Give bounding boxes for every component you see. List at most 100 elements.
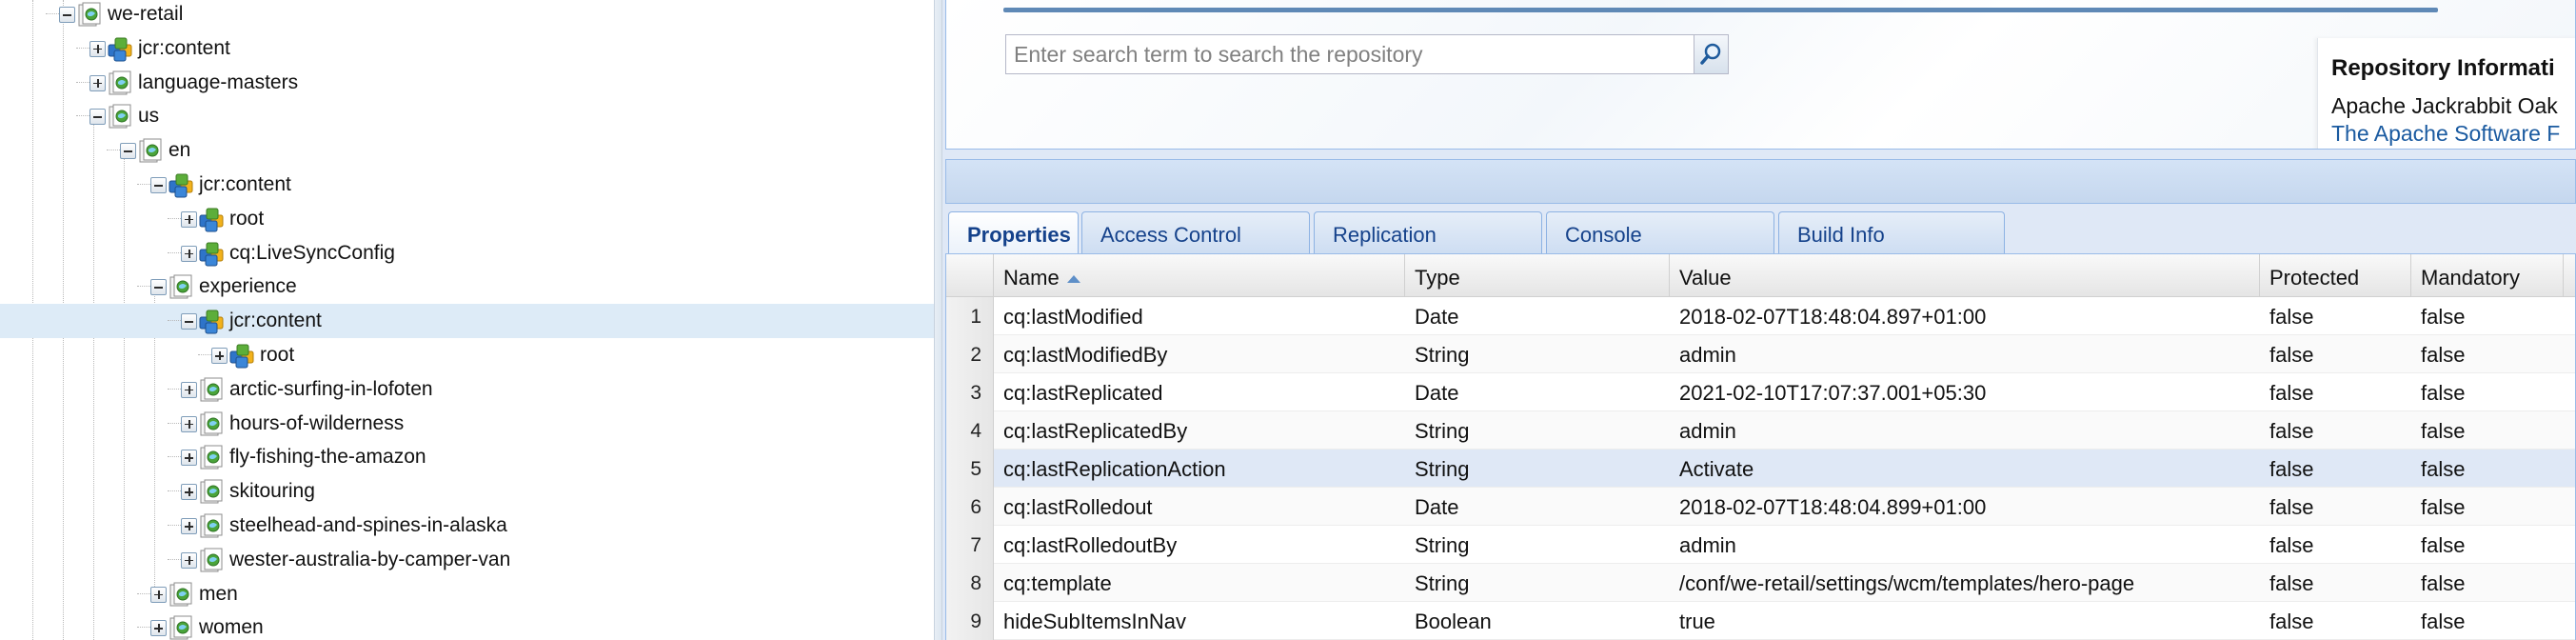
expand-icon[interactable] [89,40,106,57]
expand-icon[interactable] [150,620,167,637]
table-row[interactable]: 2 cq:lastModifiedBy String admin false false [946,335,2575,373]
cell-mandatory[interactable]: false [2411,450,2575,488]
expand-icon[interactable] [181,518,197,534]
tree-node[interactable]: skitouring [0,474,934,509]
tree-node[interactable]: women [0,610,934,640]
cell-name[interactable]: cq:lastModified [994,297,1405,335]
collapse-icon[interactable] [150,279,167,296]
tree-node[interactable]: wester-australia-by-camper-van [0,543,934,577]
table-row[interactable]: 8 cq:template String/conf/we-retail/settin… [946,564,2575,602]
cell-protected[interactable]: false [2260,526,2411,564]
cell-protected[interactable]: false [2260,450,2411,488]
cell-value[interactable]: 2018-02-07T18:48:04.897+01:00 [1670,297,2260,335]
collapse-icon[interactable] [89,109,106,126]
collapse-icon[interactable] [150,177,167,193]
cell-mandatory[interactable]: false [2411,335,2575,373]
search-input[interactable] [1006,35,1686,73]
tab-replication[interactable]: Replication [1314,211,1542,254]
cell-type[interactable]: Boolean [1405,602,1670,640]
tab-properties[interactable]: Properties [948,211,1079,255]
expand-icon[interactable] [181,450,197,467]
column-header-protected[interactable]: Protected [2260,254,2411,297]
expand-icon[interactable] [181,210,197,228]
tab-console[interactable]: Console [1546,211,1774,254]
tree-node[interactable]: jcr:content [0,304,934,339]
cell-name[interactable]: cq:lastReplicationAction [994,450,1405,488]
cell-value[interactable]: admin [1670,526,2260,564]
cell-type[interactable]: Date [1405,373,1670,411]
tree-node[interactable]: we-retail [0,0,934,31]
cell-value[interactable]: Activate [1670,450,2260,488]
cell-mandatory[interactable]: false [2411,564,2575,602]
table-row[interactable]: 1 cq:lastModified Date 2018-02-07T18:48:04.… [946,297,2575,335]
collapse-icon[interactable] [120,143,136,160]
panel-splitter[interactable] [934,0,942,640]
cell-mandatory[interactable]: false [2411,373,2575,411]
tree-node[interactable]: experience [0,270,934,304]
cell-value[interactable]: admin [1670,335,2260,373]
tree-node[interactable]: en [0,133,934,168]
repository-vendor-link[interactable]: The Apache Software F [2331,121,2575,147]
tree-node[interactable]: root [0,202,934,236]
tree-node[interactable]: jcr:content [0,31,934,66]
tree-node[interactable]: us [0,99,934,133]
column-header-type[interactable]: Type [1405,254,1670,297]
collapse-icon[interactable] [59,7,75,23]
cell-protected[interactable]: false [2260,602,2411,640]
cell-type[interactable]: String [1405,335,1670,373]
search-button[interactable] [1694,35,1728,73]
cell-type[interactable]: String [1405,564,1670,602]
tree-node[interactable]: cq:LiveSyncConfig [0,236,934,270]
cell-mandatory[interactable]: false [2411,297,2575,335]
cell-protected[interactable]: false [2260,335,2411,373]
cell-name[interactable]: cq:lastRolledout [994,488,1405,526]
expand-icon[interactable] [150,586,167,603]
cell-mandatory[interactable]: false [2411,602,2575,640]
expand-icon[interactable] [211,348,228,364]
cell-name[interactable]: cq:lastReplicatedBy [994,411,1405,450]
expand-icon[interactable] [181,415,197,432]
tree-node[interactable]: steelhead-and-spines-in-alaska [0,509,934,543]
tab-access-control[interactable]: Access Control [1081,211,1310,254]
cell-protected[interactable]: false [2260,373,2411,411]
cell-name[interactable]: cq:lastReplicated [994,373,1405,411]
cell-value[interactable]: true [1670,602,2260,640]
tree-node[interactable]: arctic-surfing-in-lofoten [0,372,934,407]
tree-node[interactable]: language-masters [0,66,934,100]
table-row[interactable]: 3 cq:lastReplicated Date 2021-02-10T17:07:3… [946,373,2575,411]
column-header-value[interactable]: Value [1670,254,2260,297]
cell-name[interactable]: hideSubItemsInNav [994,602,1405,640]
cell-type[interactable]: Date [1405,297,1670,335]
cell-protected[interactable]: false [2260,488,2411,526]
column-header-name[interactable]: Name [994,254,1405,297]
cell-mandatory[interactable]: false [2411,526,2575,564]
cell-protected[interactable]: false [2260,564,2411,602]
tree-node[interactable]: root [0,338,934,372]
cell-value[interactable]: /conf/we-retail/settings/wcm/templates/h… [1670,564,2260,602]
cell-value[interactable]: admin [1670,411,2260,450]
expand-icon[interactable] [181,551,197,569]
expand-icon[interactable] [181,381,197,398]
column-header-mandatory[interactable]: Mandatory [2411,254,2564,297]
cell-name[interactable]: cq:template [994,564,1405,602]
collapse-icon[interactable] [181,313,197,330]
table-row[interactable]: 6 cq:lastRolledout Date 2018-02-07T18:48:04… [946,488,2575,526]
tree-node[interactable]: hours-of-wilderness [0,407,934,441]
cell-protected[interactable]: false [2260,411,2411,450]
table-row[interactable]: 7 cq:lastRolledoutBy String admin false false [946,526,2575,564]
expand-icon[interactable] [181,484,197,501]
tree-node[interactable]: jcr:content [0,168,934,202]
expand-icon[interactable] [89,74,106,91]
cell-mandatory[interactable]: false [2411,411,2575,450]
tab-build-info[interactable]: Build Info [1778,211,2005,254]
cell-name[interactable]: cq:lastRolledoutBy [994,526,1405,564]
table-row[interactable]: 4 cq:lastReplicatedBy String admin false fals… [946,411,2575,450]
cell-type[interactable]: String [1405,411,1670,450]
cell-mandatory[interactable]: false [2411,488,2575,526]
cell-value[interactable]: 2018-02-07T18:48:04.899+01:00 [1670,488,2260,526]
cell-value[interactable]: 2021-02-10T17:07:37.001+05:30 [1670,373,2260,411]
table-row[interactable]: 9 hideSubItemsInNav Boolean true false false [946,602,2575,640]
cell-name[interactable]: cq:lastModifiedBy [994,335,1405,373]
cell-type[interactable]: String [1405,526,1670,564]
tree-node[interactable]: men [0,577,934,611]
